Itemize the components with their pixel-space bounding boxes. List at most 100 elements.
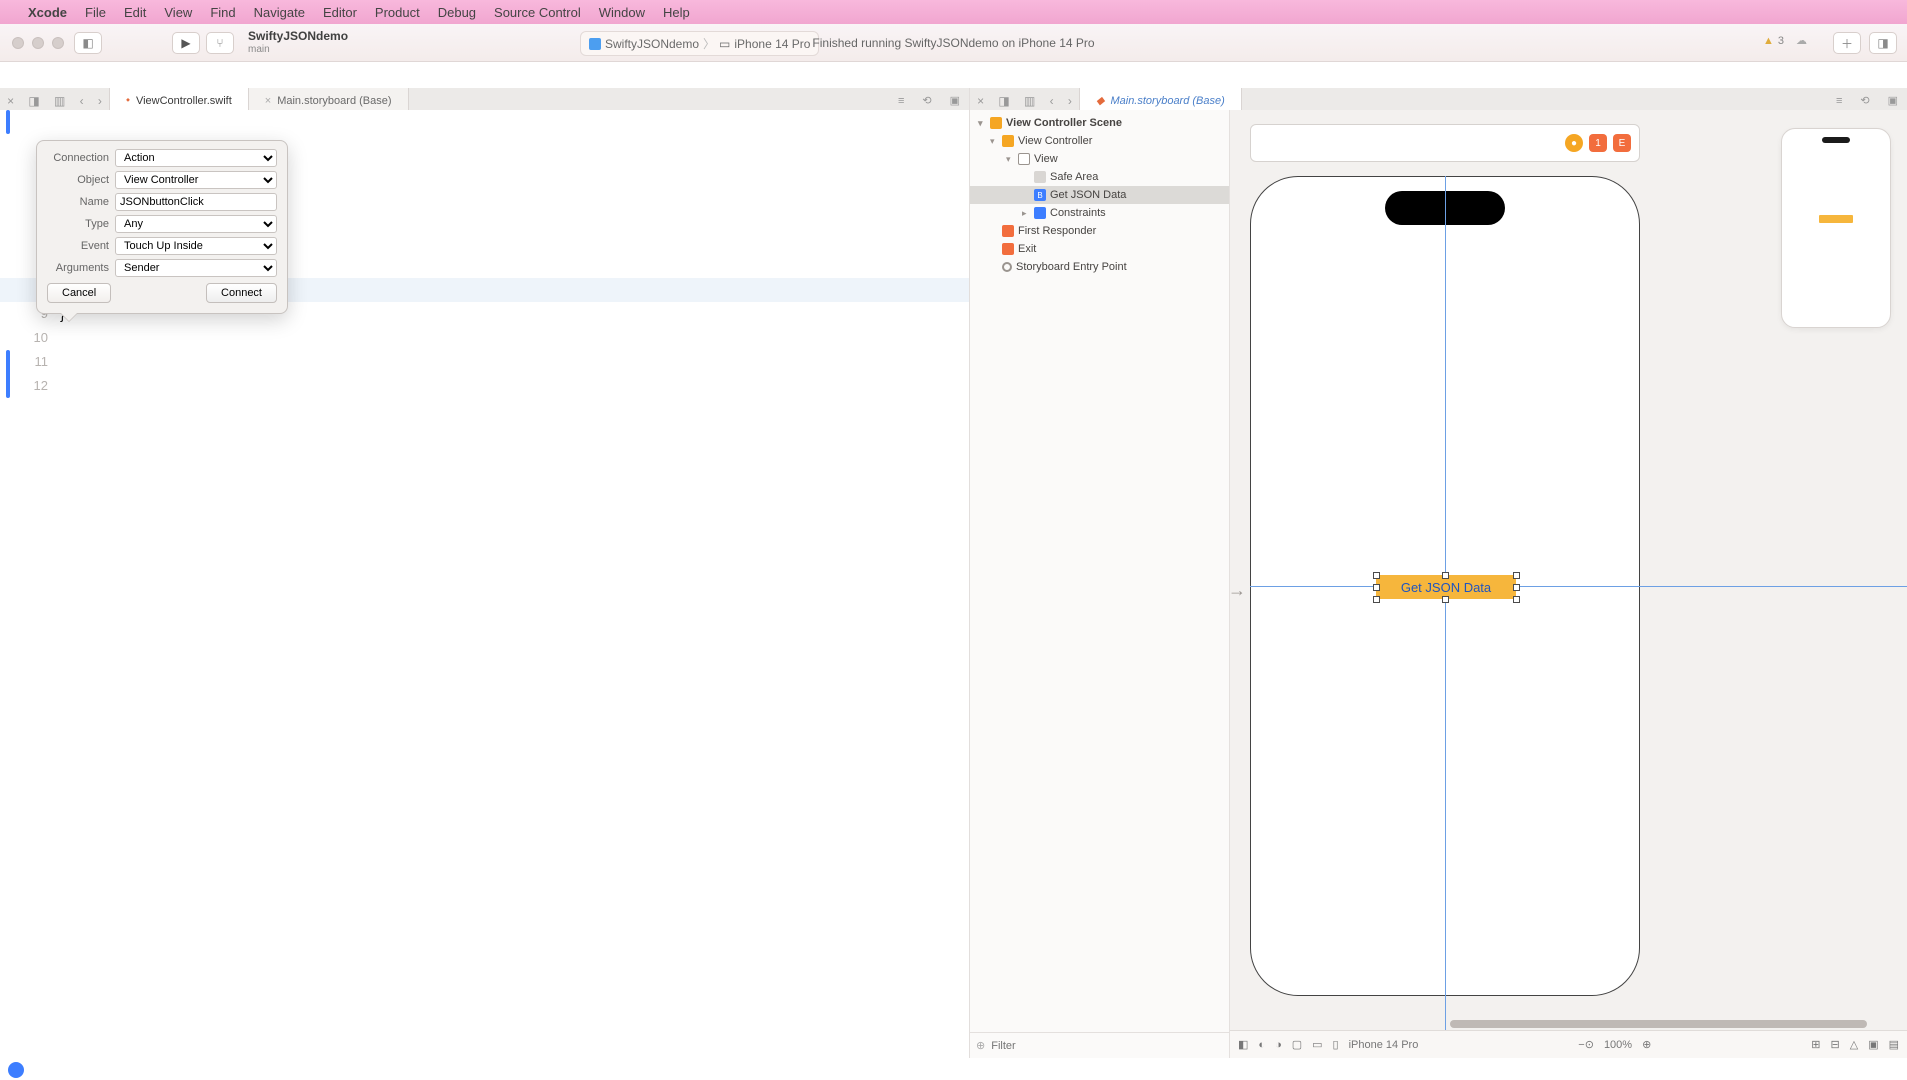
menubar[interactable]: Xcode File Edit View Find Navigate Edito… (0, 0, 1907, 24)
menu-find[interactable]: Find (210, 5, 235, 20)
exit-badge-icon[interactable]: E (1613, 134, 1631, 152)
menu-window[interactable]: Window (599, 5, 645, 20)
close-tab-icon[interactable]: × (977, 94, 984, 108)
menu-source-control[interactable]: Source Control (494, 5, 581, 20)
view-icon (1018, 153, 1030, 165)
outline-first-responder[interactable]: First Responder (970, 222, 1229, 240)
outline-viewcontroller[interactable]: ▾View Controller (970, 132, 1229, 150)
window-traffic-lights[interactable] (12, 37, 64, 49)
tab-label: Main.storyboard (Base) (277, 95, 391, 107)
outline-view[interactable]: ▾View (970, 150, 1229, 168)
project-branch: main (248, 44, 348, 55)
outline-constraints[interactable]: ▸Constraints (970, 204, 1229, 222)
connection-select[interactable]: Action (115, 149, 277, 167)
zoom-out-icon[interactable]: −⊙ (1578, 1038, 1594, 1051)
type-label: Type (47, 218, 109, 230)
related-items-icon[interactable]: ◨ (998, 94, 1009, 108)
cloud-icon: ☁ (1796, 34, 1807, 47)
vc-icon (1002, 135, 1014, 147)
device-label[interactable]: iPhone 14 Pro (1349, 1039, 1419, 1051)
menu-file[interactable]: File (85, 5, 106, 20)
left-editor-pane: × ◨ ▥ ‹ › ⬩ ViewController.swift × Main.… (0, 88, 970, 1058)
related-items-icon[interactable]: ◨ (28, 94, 39, 108)
run-button[interactable]: ▶ (172, 32, 200, 54)
outline-filter-bar: ⊕ (970, 1032, 1229, 1058)
align-icon[interactable]: ⊞ (1811, 1038, 1820, 1051)
entry-point-arrow-icon[interactable]: → (1230, 580, 1246, 601)
outline-button-selected[interactable]: BGet JSON Data (970, 186, 1229, 204)
menu-editor[interactable]: Editor (323, 5, 357, 20)
name-label: Name (47, 196, 109, 208)
close-window-icon[interactable] (12, 37, 24, 49)
menu-navigate[interactable]: Navigate (254, 5, 305, 20)
nav-forward-icon[interactable]: › (98, 94, 102, 108)
add-editor-icon[interactable]: ▣ (950, 94, 960, 107)
close-tab-icon[interactable]: × (7, 94, 14, 108)
type-select[interactable]: Any (115, 215, 277, 233)
embed-icon[interactable]: ▣ (1868, 1038, 1878, 1051)
editor-options-icon[interactable]: ⟲ (1860, 94, 1869, 107)
split-editor-icon[interactable]: ▥ (1024, 94, 1035, 108)
close-tab-icon[interactable]: × (265, 95, 271, 107)
horizontal-scrollbar[interactable] (1450, 1020, 1867, 1028)
cancel-button[interactable]: Cancel (47, 283, 111, 303)
zoom-label[interactable]: 100% (1604, 1039, 1632, 1051)
toggle-outline-icon[interactable]: ◧ (1238, 1038, 1248, 1051)
orientation-icon[interactable]: ◑ (1275, 1039, 1282, 1051)
event-select[interactable]: Touch Up Inside (115, 237, 277, 255)
code-editor[interactable]: 8 9 10 11 12 : UIViewController { ewDidL… (0, 110, 969, 1058)
safe-area-icon (1034, 171, 1046, 183)
toggle-navigator-button[interactable]: ◧ (74, 32, 102, 54)
scheme-switch-button[interactable]: ⑂ (206, 32, 234, 54)
stack-icon[interactable]: ▤ (1889, 1038, 1899, 1051)
menu-help[interactable]: Help (663, 5, 690, 20)
recent-files-icon[interactable]: ≡ (1836, 95, 1842, 107)
library-button[interactable]: ＋ (1833, 32, 1861, 54)
vary-traits-icon[interactable]: ▭ (1312, 1038, 1322, 1051)
first-responder-badge-icon[interactable]: 1 (1589, 134, 1607, 152)
project-indicator[interactable]: SwiftyJSONdemo main (248, 30, 348, 54)
layout-icon[interactable]: ▢ (1292, 1038, 1302, 1051)
appearance-icon[interactable]: ◐ (1258, 1039, 1265, 1051)
outline-entry-point[interactable]: Storyboard Entry Point (970, 258, 1229, 276)
issues-indicator[interactable]: ▲ 3 ☁ (1763, 34, 1807, 47)
object-select[interactable]: View Controller (115, 171, 277, 189)
connect-button[interactable]: Connect (206, 283, 277, 303)
issue-count: 3 (1778, 35, 1784, 47)
zoom-in-icon[interactable]: ⊕ (1642, 1038, 1651, 1051)
toggle-inspectors-button[interactable]: ◨ (1869, 32, 1897, 54)
right-editor-pane: × ◨ ▥ ‹ › ◆ Main.storyboard (Base) ≡ ⟲ ▣… (970, 88, 1907, 1058)
vc-badge-icon[interactable]: ● (1565, 134, 1583, 152)
menu-debug[interactable]: Debug (438, 5, 476, 20)
zoom-window-icon[interactable] (52, 37, 64, 49)
storyboard-canvas[interactable]: ● 1 E → Get JSON Data (1230, 110, 1907, 1058)
outline-filter-input[interactable] (991, 1040, 1223, 1052)
menu-product[interactable]: Product (375, 5, 420, 20)
scene-title-bar[interactable]: ● 1 E (1250, 124, 1640, 162)
nav-forward-icon[interactable]: › (1068, 94, 1072, 108)
arguments-select[interactable]: Sender (115, 259, 277, 277)
split-editor-icon[interactable]: ▥ (54, 94, 65, 108)
arguments-label: Arguments (47, 262, 109, 274)
device-icon[interactable]: ▯ (1333, 1038, 1339, 1051)
filter-icon: ⊕ (976, 1039, 985, 1052)
activity-status: Finished running SwiftyJSONdemo on iPhon… (654, 36, 1254, 50)
outline-scene[interactable]: ▾View Controller Scene (970, 114, 1229, 132)
outline-safe-area[interactable]: Safe Area (970, 168, 1229, 186)
menu-view[interactable]: View (164, 5, 192, 20)
app-name[interactable]: Xcode (28, 5, 67, 20)
recent-files-icon[interactable]: ≡ (898, 95, 904, 107)
menu-edit[interactable]: Edit (124, 5, 146, 20)
nav-back-icon[interactable]: ‹ (80, 94, 84, 108)
canvas-minimap[interactable] (1781, 128, 1891, 328)
name-input[interactable] (115, 193, 277, 211)
outline-exit[interactable]: Exit (970, 240, 1229, 258)
add-editor-icon[interactable]: ▣ (1888, 94, 1898, 107)
editor-options-icon[interactable]: ⟲ (922, 94, 931, 107)
resolve-icon[interactable]: △ (1850, 1038, 1858, 1051)
document-outline[interactable]: ▾View Controller Scene ▾View Controller … (970, 110, 1230, 1058)
pin-icon[interactable]: ⊟ (1831, 1038, 1840, 1051)
nav-back-icon[interactable]: ‹ (1050, 94, 1054, 108)
minimize-window-icon[interactable] (32, 37, 44, 49)
entry-point-icon (1002, 262, 1012, 272)
